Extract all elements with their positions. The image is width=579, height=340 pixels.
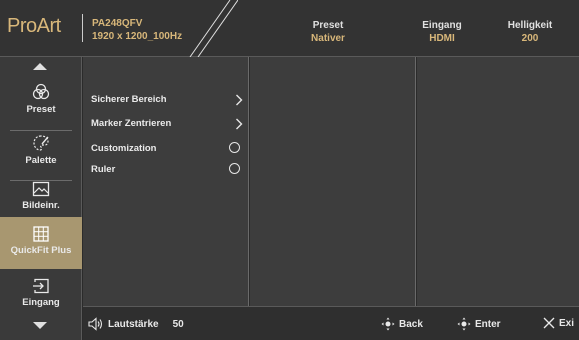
stat-label: Helligkeit — [507, 20, 553, 31]
menu-item-label: Sicherer Bereich — [91, 94, 167, 105]
joystick-icon — [381, 317, 395, 331]
menu-item-label: Ruler — [91, 164, 116, 175]
radio-ruler[interactable] — [229, 163, 240, 174]
sidebar-item-quickfit-plus[interactable]: QuickFit Plus — [0, 217, 82, 269]
detail-panel — [417, 57, 579, 306]
menu-item-label: Marker Zentrieren — [91, 118, 172, 129]
palette-swatches-icon — [32, 83, 50, 100]
volume-label: Lautstärke — [108, 318, 159, 330]
resolution-text: 1920 x 1200_100Hz — [92, 31, 183, 42]
sidebar-item-label: Eingang — [22, 297, 60, 308]
enter-label: Enter — [475, 318, 501, 330]
sidebar: Preset Palette Bildeinr. QuickFit Plus E… — [0, 57, 82, 340]
chevron-right-icon[interactable] — [235, 118, 243, 130]
back-button[interactable]: Back — [381, 317, 423, 331]
stat-value: HDMI — [429, 33, 455, 44]
menu-item-customization[interactable]: Customization — [91, 143, 156, 154]
sidebar-item-palette[interactable]: Palette — [0, 134, 82, 178]
menu-panel: Sicherer Bereich Marker Zentrieren Custo… — [83, 57, 249, 306]
input-arrow-icon — [33, 278, 49, 294]
logo-divider — [82, 14, 83, 42]
scroll-up-icon[interactable] — [33, 63, 47, 70]
sidebar-divider — [10, 130, 72, 131]
stat-label: Preset — [312, 20, 344, 31]
exit-label: Exi — [559, 317, 575, 329]
sidebar-item-label: Preset — [26, 104, 56, 115]
close-icon — [543, 317, 555, 329]
header-stat-brightness: Helligkeit 200 — [498, 19, 562, 45]
radio-customization[interactable] — [229, 142, 240, 153]
back-label: Back — [399, 318, 423, 330]
footer-bar: Lautstärke 50 Back Enter Exi — [83, 306, 579, 340]
stat-value: Nativer — [311, 33, 345, 44]
image-icon — [32, 181, 50, 197]
enter-button[interactable]: Enter — [457, 317, 501, 331]
proart-logo: ProArt — [7, 14, 61, 38]
scroll-down-icon[interactable] — [33, 322, 47, 329]
joystick-icon — [457, 317, 471, 331]
header-stat-input: Eingang HDMI — [410, 19, 474, 45]
header-stat-preset: Preset Nativer — [296, 19, 360, 45]
sidebar-item-input[interactable]: Eingang — [0, 278, 82, 322]
sidebar-item-label: QuickFit Plus — [10, 245, 72, 256]
speaker-icon — [88, 317, 103, 331]
stat-label: Eingang — [422, 20, 462, 31]
sidebar-item-label: Bildeinr. — [22, 200, 60, 211]
chevron-right-icon[interactable] — [235, 94, 243, 106]
logo-text: ProArt — [7, 14, 61, 37]
menu-item-ruler[interactable]: Ruler — [91, 164, 115, 175]
menu-item-safe-area[interactable]: Sicherer Bereich — [91, 94, 167, 105]
paint-palette-icon — [33, 135, 49, 151]
menu-item-label: Customization — [91, 143, 157, 154]
model-info: PA248QFV 1920 x 1200_100Hz — [92, 17, 182, 43]
stat-value: 200 — [521, 33, 539, 44]
menu-item-center-marker[interactable]: Marker Zentrieren — [91, 118, 171, 129]
header-bar: ProArt PA248QFV 1920 x 1200_100Hz Preset… — [0, 0, 579, 57]
grid-icon — [33, 226, 49, 242]
volume-control[interactable]: Lautstärke 50 — [88, 317, 184, 331]
volume-value: 50 — [172, 318, 184, 330]
model-name: PA248QFV — [92, 18, 143, 29]
submenu-panel — [250, 57, 416, 306]
sidebar-item-preset[interactable]: Preset — [0, 83, 82, 127]
header-slash-decoration — [189, 0, 238, 57]
sidebar-item-label: Palette — [25, 155, 57, 166]
exit-button[interactable]: Exi — [543, 317, 574, 329]
